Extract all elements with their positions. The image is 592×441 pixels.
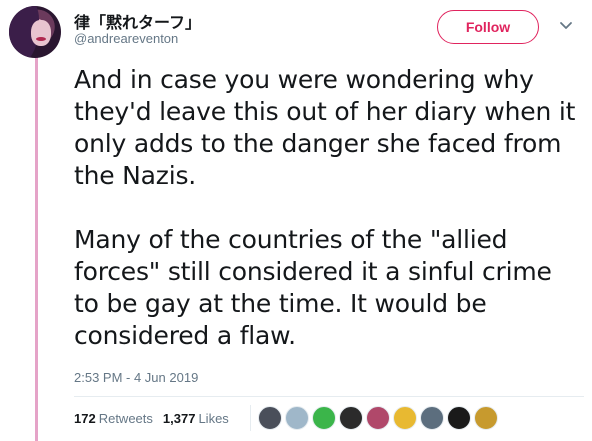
liker-avatar[interactable]: [312, 406, 336, 430]
likes-label: Likes: [198, 411, 229, 426]
retweets-label: Retweets: [98, 411, 153, 426]
retweets-stat[interactable]: 172 Retweets: [74, 411, 153, 426]
avatar[interactable]: [9, 6, 61, 58]
liker-avatar[interactable]: [366, 406, 390, 430]
tweet-text: And in case you were wondering why they'…: [74, 64, 584, 352]
avatar-lips: [36, 37, 46, 41]
avatar-face: [31, 20, 51, 46]
tweet-timestamp[interactable]: 2:53 PM - 4 Jun 2019: [74, 370, 198, 385]
display-name[interactable]: 律「黙れターフ」: [74, 9, 201, 33]
liker-avatar[interactable]: [474, 406, 498, 430]
likes-stat[interactable]: 1,377 Likes: [163, 411, 229, 426]
chevron-down-glyph: [560, 22, 572, 29]
liker-avatar[interactable]: [393, 406, 417, 430]
liker-avatar[interactable]: [420, 406, 444, 430]
user-handle[interactable]: @andreareventon: [74, 31, 178, 46]
divider: [74, 396, 584, 397]
chevron-down-icon[interactable]: [556, 16, 576, 36]
liker-avatars: [258, 405, 498, 431]
tweet-stats: 172 Retweets 1,377 Likes: [74, 411, 229, 426]
tweet-paragraph: And in case you were wondering why they'…: [74, 65, 576, 190]
liker-avatar[interactable]: [339, 406, 363, 430]
liker-avatar[interactable]: [258, 406, 282, 430]
likes-count: 1,377: [162, 411, 196, 426]
tweet-paragraph: Many of the countries of the "allied for…: [74, 225, 552, 350]
thread-connector-line: [35, 56, 38, 441]
follow-button[interactable]: Follow: [437, 10, 539, 44]
liker-avatar[interactable]: [447, 406, 471, 430]
liker-avatar[interactable]: [285, 406, 309, 430]
follow-button-label: Follow: [465, 19, 511, 35]
retweets-count: 172: [74, 411, 96, 426]
stats-separator: [250, 405, 251, 431]
